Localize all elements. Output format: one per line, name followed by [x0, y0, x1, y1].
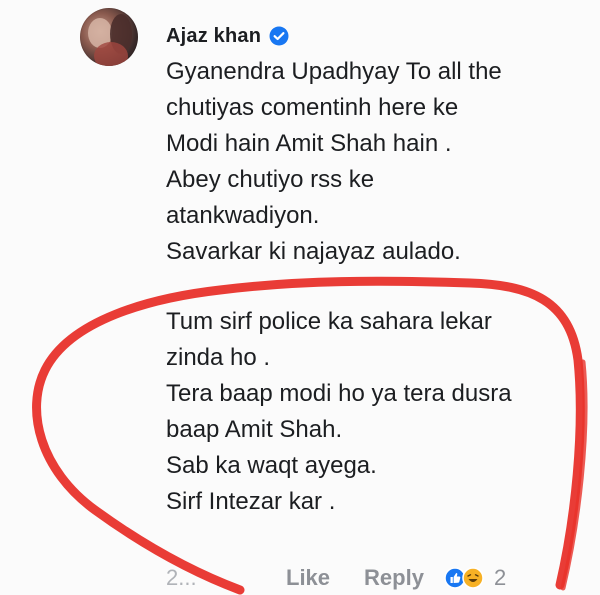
comment-actions: 2... Like Reply 2 [166, 560, 506, 595]
avatar-photo-clothing [94, 42, 128, 66]
comment-header: Ajaz khan [166, 22, 289, 50]
like-button[interactable]: Like [286, 565, 330, 591]
comment-line: Savarkar ki najayaz aulado. [166, 238, 461, 265]
comment-line: Sirf Intezar kar . [166, 488, 336, 515]
verified-badge-icon [269, 26, 289, 46]
comment-line: Gyanendra Upadhyay To all the [166, 58, 502, 85]
facebook-comment-screenshot: Ajaz khan Gyanendra Upadhyay To all the … [0, 0, 600, 595]
comment-line: Tera baap modi ho ya tera dusra [166, 380, 512, 407]
comment-line: atankwadiyon. [166, 202, 320, 229]
comment-line: zinda ho . [166, 344, 271, 371]
author-avatar[interactable] [80, 8, 138, 66]
reply-button[interactable]: Reply [364, 565, 424, 591]
comment-line: Abey chutiyo rss ke [166, 166, 375, 193]
comment-line: Sab ka waqt ayega. [166, 452, 377, 479]
comment-line: Tum sirf police ka sahara lekar [166, 308, 492, 335]
comment-line: baap Amit Shah. [166, 416, 343, 443]
haha-reaction-icon [462, 567, 484, 589]
reaction-count: 2 [493, 565, 507, 590]
comment-line: chutiyas comentinh here ke [166, 94, 459, 121]
comment-line: Modi hain Amit Shah hain . [166, 130, 452, 157]
reactions-summary[interactable]: 2 [444, 565, 506, 591]
comment-timestamp[interactable]: 2... [166, 565, 266, 591]
comment-text: Gyanendra Upadhyay To all the chutiyas c… [166, 54, 586, 520]
author-name[interactable]: Ajaz khan [166, 25, 261, 48]
